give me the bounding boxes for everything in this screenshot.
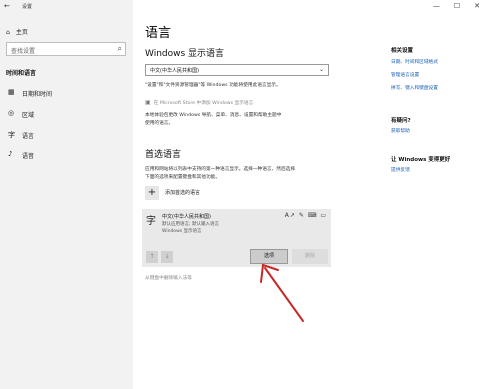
store-link-label: 在 Microsoft Store 中添加 Windows 显示语言 — [153, 101, 254, 106]
home-label: 主页 — [15, 29, 28, 36]
sidebar-item-speech[interactable]: ♪ 语音 — [0, 147, 133, 163]
add-language-button[interactable]: + 添加首选的语言 — [145, 186, 235, 200]
main-content: —☐✕ 语言 Windows 显示语言 中文(中华人民共和国) ⌄ "设置"和"… — [133, 0, 500, 389]
minimize-button[interactable]: — — [433, 2, 454, 10]
sidebar-item-label: 语音 — [22, 153, 35, 160]
close-button[interactable]: ✕ — [474, 2, 494, 10]
feedback-link[interactable]: 提供反馈 — [391, 167, 410, 173]
home-icon: ⌂ — [6, 29, 10, 36]
display-language-desc: "设置"和"文件资源管理器"等 Windows 功能将使用此语言显示。 — [145, 83, 281, 88]
sidebar-item-language[interactable]: 字 语言 — [0, 127, 133, 143]
language-icon: 字 — [8, 131, 15, 139]
related-link-spelling-typing[interactable]: 拼写、键入和键盘设置 — [391, 85, 438, 91]
page-title: 语言 — [145, 26, 172, 41]
move-up-button[interactable]: ↑ — [146, 251, 158, 263]
window-controls: —☐✕ — [433, 2, 494, 10]
sidebar-item-region[interactable]: ◎ 区域 — [0, 106, 133, 122]
question-heading: 有疑问? — [391, 118, 411, 124]
chevron-down-icon: ⌄ — [318, 66, 324, 73]
language-feature-icons: A↗ ✎ ⌨ ▭ — [284, 212, 327, 219]
language-icon: 字 — [146, 216, 156, 227]
sidebar-item-label: 日期和时间 — [22, 91, 53, 98]
preferred-desc-line-2: 下面的选项来配置键盘和其他功能。 — [145, 175, 221, 180]
display-language-heading: Windows 显示语言 — [145, 49, 225, 59]
get-help-link[interactable]: 获取帮助 — [391, 128, 410, 134]
related-settings-heading: 相关设置 — [391, 48, 414, 54]
annotation-arrow — [260, 263, 304, 322]
language-subtitle: 默认应用语言; 默认输入语言 — [162, 222, 219, 227]
store-icon: ▣ — [145, 99, 151, 106]
region-icon: ◎ — [8, 109, 15, 117]
add-language-label: 添加首选的语言 — [165, 190, 201, 196]
language-name: 中文(中华人民共和国) — [162, 214, 211, 220]
move-down-button[interactable]: ↓ — [161, 251, 173, 263]
sidebar-item-label: 区域 — [22, 112, 35, 119]
dropdown-value: 中文(中华人民共和国) — [150, 68, 199, 74]
calendar-icon: ▦ — [8, 88, 15, 96]
display-language-dropdown[interactable]: 中文(中华人民共和国) ⌄ — [145, 64, 329, 76]
navigation-pane: ← 设置 ⌂ 主页 查找设置 ⌕ 时间和语言 ▦ 日期和时间 ◎ 区域 字 语言 … — [0, 0, 133, 389]
section-title: 时间和语言 — [6, 70, 37, 77]
related-link-date-region[interactable]: 日期、时间和区域格式 — [391, 59, 438, 65]
plus-icon: + — [145, 186, 159, 200]
remove-ime-link[interactable]: 从键盘中删除输入法等 — [145, 275, 192, 281]
sidebar-item-label: 语言 — [22, 133, 35, 140]
store-desc-line-1: 本地体验包更改 Windows 导航、菜单、消息、设置和帮助主题中 — [145, 113, 282, 118]
search-icon: ⌕ — [117, 44, 122, 53]
back-button[interactable]: ← — [4, 2, 10, 10]
search-input[interactable]: 查找设置 ⌕ — [6, 42, 126, 56]
app-title: 设置 — [22, 4, 33, 10]
home-nav-item[interactable]: ⌂ 主页 — [6, 27, 28, 36]
preferred-desc-line-1: 应用和网站将以列表中支持的第一种语言显示。选择一种语言，然后选择 — [145, 167, 296, 172]
title-bar: ← 设置 — [0, 0, 133, 16]
related-link-manage-language[interactable]: 管理语言设置 — [391, 72, 419, 78]
store-link[interactable]: ▣ 在 Microsoft Store 中添加 Windows 显示语言 — [145, 99, 253, 106]
feedback-heading: 让 Windows 变得更好 — [391, 157, 451, 163]
preferred-languages-heading: 首选语言 — [145, 150, 182, 160]
sidebar-item-date-time[interactable]: ▦ 日期和时间 — [0, 85, 133, 101]
store-desc-line-2: 使用的语言。 — [145, 121, 174, 126]
arrow-shaft — [264, 267, 304, 322]
search-placeholder: 查找设置 — [11, 48, 36, 55]
language-display-note: Windows 显示语言 — [162, 229, 202, 234]
microphone-icon: ♪ — [8, 150, 13, 158]
maximize-button[interactable]: ☐ — [454, 2, 474, 10]
